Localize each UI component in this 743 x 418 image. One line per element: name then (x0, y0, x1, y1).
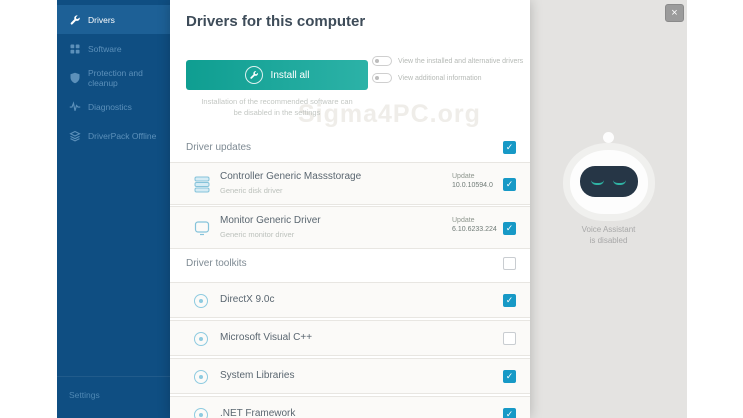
update-label: Update (452, 173, 475, 180)
toggle-knob (375, 59, 379, 63)
toolkit-row-checkbox[interactable]: ✓ (503, 332, 516, 345)
toolkit-row-system-libraries[interactable]: System Libraries ✓ (170, 358, 530, 394)
sidebar-nav: Drivers Software Protection and cleanup (57, 0, 170, 150)
toolkit-name: System Libraries (220, 370, 295, 381)
circle-dot-icon (194, 294, 208, 308)
update-version: 10.0.10594.0 (452, 182, 493, 189)
assistant-panel: × Voice Assistant is disabled (530, 0, 687, 418)
toggle-row-additional-info: View additional information (372, 73, 482, 83)
install-caption-line2: be disabled in the settings (233, 108, 321, 117)
toggle-knob (375, 76, 379, 80)
robot-eye-left (591, 180, 604, 185)
section-title: Driver toolkits (186, 258, 247, 269)
grid-icon (69, 43, 81, 55)
driver-row-monitor-generic-driver[interactable]: Monitor Generic Driver Generic monitor d… (170, 206, 530, 249)
assistant-status: Voice Assistant is disabled (530, 224, 687, 246)
additional-info-toggle[interactable] (372, 73, 392, 83)
sidebar-footer: Settings (57, 376, 170, 418)
toolkit-row-net-framework[interactable]: .NET Framework ✓ (170, 396, 530, 418)
toolkit-row-visual-cpp[interactable]: Microsoft Visual C++ ✓ (170, 320, 530, 356)
check-icon: ✓ (505, 142, 514, 152)
sidebar-item-label: Software (88, 43, 122, 54)
circle-dot-icon (194, 370, 208, 384)
toolkit-row-directx[interactable]: DirectX 9.0c ✓ (170, 282, 530, 318)
page-title: Drivers for this computer (186, 13, 366, 30)
check-icon: ✓ (505, 295, 514, 305)
install-caption: Installation of the recommended software… (186, 96, 368, 118)
robot-eye-right (613, 180, 626, 185)
driver-toolkits-checkbox[interactable]: ✓ (503, 257, 516, 270)
sidebar: Drivers Software Protection and cleanup (57, 0, 170, 418)
toolkit-name: .NET Framework (220, 408, 296, 418)
install-all-label: Install all (270, 69, 310, 81)
update-label: Update (452, 217, 475, 224)
toggle-row-installed-drivers: View the installed and alternative drive… (372, 56, 523, 66)
robot-antenna-dot (603, 132, 614, 143)
driver-name: Controller Generic Massstorage (220, 171, 362, 182)
assistant-status-line1: Voice Assistant (581, 225, 636, 234)
waveform-icon (69, 100, 81, 113)
check-icon: ✓ (505, 223, 514, 233)
install-wrench-icon (244, 66, 263, 84)
section-header-driver-updates: Driver updates ✓ (170, 136, 530, 160)
sidebar-item-label: Protection and cleanup (88, 67, 143, 88)
driver-name: Monitor Generic Driver (220, 215, 321, 226)
install-caption-line1: Installation of the recommended software… (201, 97, 353, 106)
drivers-panel: Sigma4PC.org Drivers for this computer I… (170, 0, 530, 418)
toolkit-name: DirectX 9.0c (220, 294, 275, 305)
sidebar-item-label: DriverPack Offline (88, 130, 157, 141)
check-icon: ✓ (505, 179, 514, 189)
monitor-icon (192, 218, 212, 238)
sidebar-item-label: Diagnostics (88, 101, 132, 112)
sidebar-item-settings[interactable]: Settings (69, 390, 100, 400)
disk-stack-icon (192, 174, 212, 194)
check-icon: ✓ (505, 371, 514, 381)
driver-row-checkbox[interactable]: ✓ (503, 178, 516, 191)
section-title: Driver updates (186, 142, 252, 153)
sidebar-item-driverpack-offline[interactable]: DriverPack Offline (57, 121, 170, 150)
check-icon: ✓ (505, 409, 514, 418)
toggle-label: View additional information (398, 74, 482, 82)
sidebar-item-software[interactable]: Software (57, 34, 170, 63)
driver-description: Generic disk driver (220, 186, 283, 195)
toolkit-row-checkbox[interactable]: ✓ (503, 294, 516, 307)
robot-avatar (570, 150, 648, 214)
app-window: Drivers Software Protection and cleanup (57, 0, 687, 418)
toolkit-row-checkbox[interactable]: ✓ (503, 370, 516, 383)
layers-icon (69, 130, 81, 142)
sidebar-item-label: Drivers (88, 14, 115, 25)
install-all-button[interactable]: Install all (186, 60, 368, 90)
close-button[interactable]: × (665, 4, 684, 22)
sidebar-item-diagnostics[interactable]: Diagnostics (57, 92, 170, 121)
wrench-icon (69, 14, 81, 26)
update-version: 6.10.6233.224 (452, 226, 497, 233)
screenshot-root: Drivers Software Protection and cleanup (0, 0, 743, 418)
shield-icon (69, 72, 81, 84)
toolkit-name: Microsoft Visual C++ (220, 332, 313, 343)
driver-updates-checkbox[interactable]: ✓ (503, 141, 516, 154)
assistant-status-line2: is disabled (589, 236, 628, 245)
circle-dot-icon (194, 332, 208, 346)
toolkit-row-checkbox[interactable]: ✓ (503, 408, 516, 418)
driver-row-controller-generic-massstorage[interactable]: Controller Generic Massstorage Generic d… (170, 162, 530, 205)
robot-face (580, 166, 638, 197)
section-header-driver-toolkits: Driver toolkits ✓ (170, 252, 530, 276)
toggle-label: View the installed and alternative drive… (398, 57, 524, 65)
driver-row-checkbox[interactable]: ✓ (503, 222, 516, 235)
installed-drivers-toggle[interactable] (372, 56, 392, 66)
circle-dot-icon (194, 408, 208, 418)
sidebar-item-drivers[interactable]: Drivers (57, 5, 170, 34)
sidebar-item-protection[interactable]: Protection and cleanup (57, 63, 170, 92)
driver-description: Generic monitor driver (220, 230, 295, 239)
